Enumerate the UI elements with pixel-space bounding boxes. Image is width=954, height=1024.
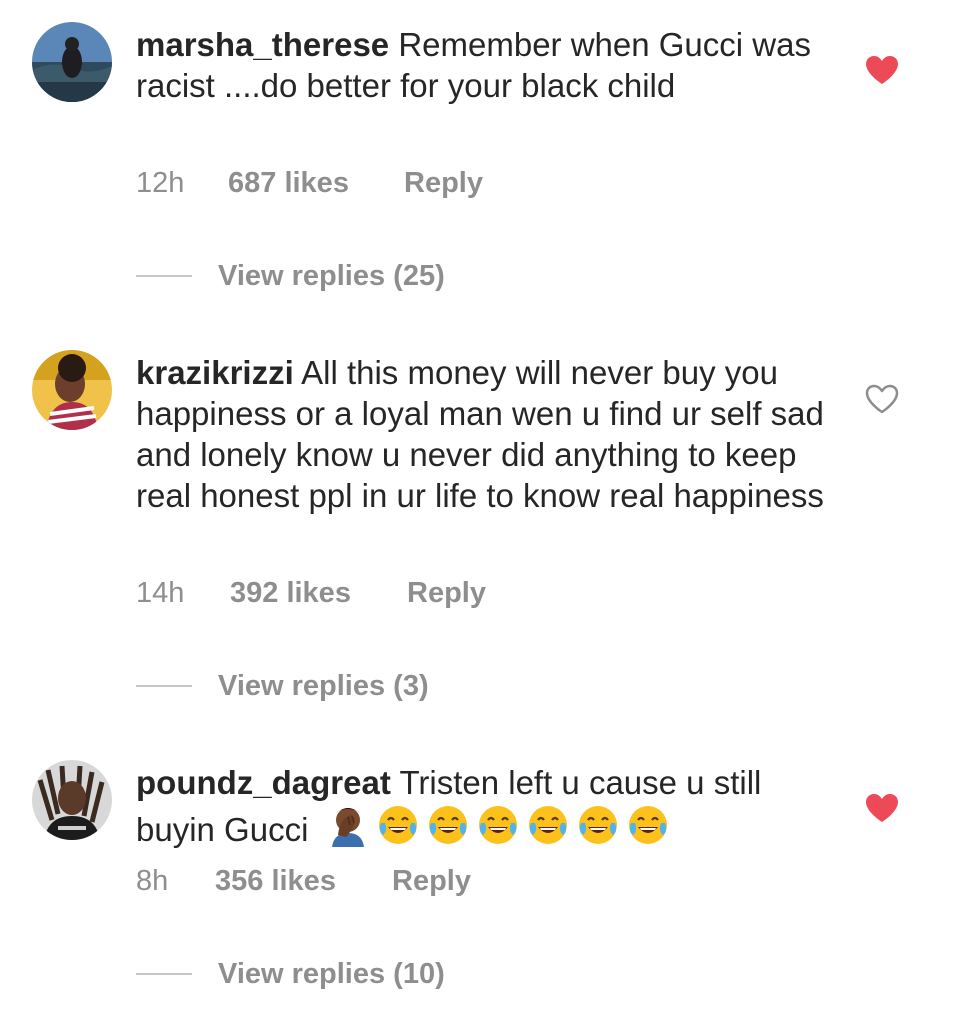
comment-username[interactable]: krazikrizzi <box>136 354 294 391</box>
comment-meta: 14h 392 likes Reply <box>136 577 486 610</box>
tears-of-joy-emoji-icon <box>476 803 520 847</box>
tears-of-joy-emoji-icon <box>426 803 470 847</box>
reply-button[interactable]: Reply <box>392 865 471 898</box>
view-replies-button[interactable]: View replies (25) <box>136 256 445 296</box>
comment-meta: 8h 356 likes Reply <box>136 865 471 898</box>
comment-time: 14h <box>136 577 185 609</box>
like-heart-icon[interactable] <box>864 792 900 824</box>
comment-time: 12h <box>136 167 185 199</box>
comment-body: poundz_dagreat Tristen left u cause u st… <box>136 762 826 850</box>
tears-of-joy-emoji-icon <box>576 803 620 847</box>
divider-line <box>136 275 192 277</box>
comment-likes[interactable]: 392 likes <box>230 577 407 610</box>
comment-username[interactable]: poundz_dagreat <box>136 764 391 801</box>
divider-line <box>136 685 192 687</box>
like-heart-icon[interactable] <box>864 54 900 86</box>
avatar[interactable] <box>32 760 112 840</box>
reply-button[interactable]: Reply <box>404 167 483 200</box>
comment-time: 8h <box>136 865 169 897</box>
comment-username[interactable]: marsha_therese <box>136 26 389 63</box>
comment-body: krazikrizzi All this money will never bu… <box>136 352 826 516</box>
view-replies-label: View replies (10) <box>218 957 445 990</box>
emoji-group <box>326 803 676 847</box>
avatar[interactable] <box>32 350 112 430</box>
comment-likes[interactable]: 356 likes <box>215 865 392 898</box>
avatar[interactable] <box>32 22 112 102</box>
tears-of-joy-emoji-icon <box>376 803 420 847</box>
view-replies-button[interactable]: View replies (10) <box>136 954 445 994</box>
tears-of-joy-emoji-icon <box>526 803 570 847</box>
reply-button[interactable]: Reply <box>407 577 486 610</box>
view-replies-label: View replies (25) <box>218 259 445 292</box>
comment-body: marsha_therese Remember when Gucci was r… <box>136 24 826 106</box>
view-replies-label: View replies (3) <box>218 669 429 702</box>
comment-likes[interactable]: 687 likes <box>228 167 404 200</box>
like-heart-outline-icon[interactable] <box>864 383 900 415</box>
divider-line <box>136 973 192 975</box>
tears-of-joy-emoji-icon <box>626 803 670 847</box>
facepalm-emoji-icon <box>326 803 370 847</box>
comment-meta: 12h 687 likes Reply <box>136 167 483 200</box>
view-replies-button[interactable]: View replies (3) <box>136 666 429 706</box>
